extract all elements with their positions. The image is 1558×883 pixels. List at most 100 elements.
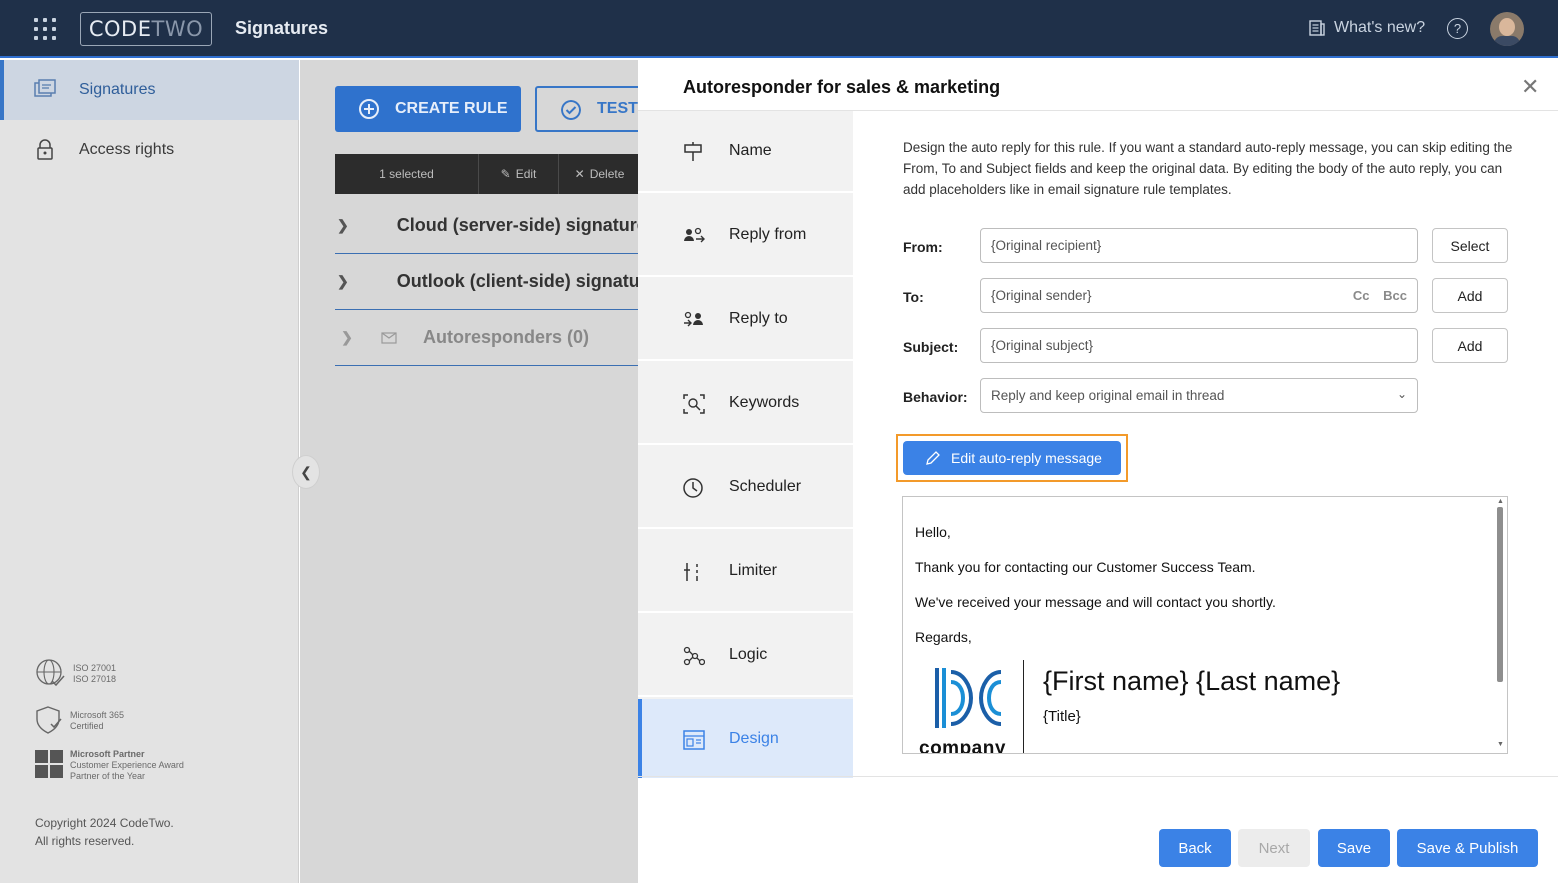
subject-field[interactable]: {Original subject} bbox=[980, 328, 1418, 363]
subject-label: Subject: bbox=[903, 339, 959, 355]
cert-line: Microsoft Partner bbox=[70, 749, 145, 759]
step-scheduler[interactable]: Scheduler bbox=[638, 447, 853, 529]
wizard-steps: Name Reply from Reply to Keywords Schedu… bbox=[638, 111, 853, 778]
user-avatar[interactable] bbox=[1490, 12, 1524, 46]
step-reply-to[interactable]: Reply to bbox=[638, 279, 853, 361]
company-logo-word: company bbox=[919, 738, 1006, 754]
save-publish-button[interactable]: Save & Publish bbox=[1397, 829, 1538, 867]
from-field[interactable]: {Original recipient} bbox=[980, 228, 1418, 263]
cert-line: ISO 27018 bbox=[73, 674, 117, 684]
preview-line: Regards, bbox=[915, 629, 972, 645]
next-button[interactable]: Next bbox=[1238, 829, 1310, 867]
copyright-line: Copyright 2024 CodeTwo. bbox=[35, 816, 174, 830]
lock-icon bbox=[37, 139, 53, 160]
edit-action[interactable]: ✎ Edit bbox=[479, 154, 559, 194]
delete-action[interactable]: ✕ Delete bbox=[559, 154, 640, 194]
edit-auto-reply-label: Edit auto-reply message bbox=[951, 450, 1102, 466]
group-cloud-signatures[interactable]: ❯ Cloud (server-side) signatures bbox=[335, 198, 640, 254]
group-autoresponders[interactable]: ❯ Autoresponders (0) bbox=[335, 310, 640, 366]
step-reply-from[interactable]: Reply from bbox=[638, 195, 853, 277]
edit-button-highlight: Edit auto-reply message bbox=[896, 434, 1128, 482]
panel-header: Autoresponder for sales & marketing ✕ bbox=[638, 60, 1558, 111]
scroll-up-icon[interactable]: ▲ bbox=[1497, 498, 1504, 505]
message-preview[interactable]: Hello, Thank you for contacting our Cust… bbox=[902, 496, 1508, 754]
to-field[interactable]: {Original sender} Cc Bcc bbox=[980, 278, 1418, 313]
step-logic[interactable]: Logic bbox=[638, 615, 853, 697]
clock-icon bbox=[683, 478, 703, 498]
app-launcher-icon[interactable] bbox=[34, 18, 56, 40]
cc-toggle[interactable]: Cc bbox=[1353, 288, 1370, 303]
copyright: Copyright 2024 CodeTwo. All rights reser… bbox=[35, 814, 174, 850]
shield-check-icon bbox=[36, 706, 62, 734]
news-icon bbox=[1309, 20, 1325, 36]
add-subject-button[interactable]: Add bbox=[1432, 328, 1508, 363]
step-label: Reply from bbox=[729, 226, 807, 243]
design-icon bbox=[683, 730, 705, 750]
panel-footer: Back Next Save Save & Publish bbox=[638, 776, 1558, 883]
bcc-toggle[interactable]: Bcc bbox=[1383, 288, 1407, 303]
test-label: TEST bbox=[597, 100, 638, 117]
pencil-icon bbox=[926, 451, 940, 465]
step-limiter[interactable]: Limiter bbox=[638, 531, 853, 613]
cert-line: Certified bbox=[70, 721, 104, 731]
help-icon[interactable]: ? bbox=[1447, 18, 1468, 39]
to-label: To: bbox=[903, 289, 924, 305]
top-bar: CODE TWO Signatures What's new? ? bbox=[0, 0, 1558, 58]
cert-line: Microsoft 365 bbox=[70, 710, 125, 720]
step-keywords[interactable]: Keywords bbox=[638, 363, 853, 445]
app-title: Signatures bbox=[235, 18, 329, 38]
signature-card-icon bbox=[34, 79, 56, 97]
logic-icon bbox=[683, 646, 705, 666]
chevron-left-icon: ❮ bbox=[300, 463, 312, 480]
microsoft-logo-icon bbox=[35, 750, 63, 778]
sidebar: Signatures Access rights ISO 27001 ISO 2… bbox=[0, 60, 299, 883]
sidebar-item-access-rights[interactable]: Access rights bbox=[0, 120, 299, 180]
behavior-select[interactable]: Reply and keep original email in thread … bbox=[980, 378, 1418, 413]
sidebar-item-signatures[interactable]: Signatures bbox=[0, 60, 299, 120]
collapse-sidebar-button[interactable]: ❮ bbox=[292, 455, 320, 489]
select-from-button[interactable]: Select bbox=[1432, 228, 1508, 263]
group-outlook-signatures[interactable]: ❯ Outlook (client-side) signatures bbox=[335, 254, 640, 310]
check-circle-icon bbox=[561, 100, 581, 120]
cc-bcc-toggles: Cc Bcc bbox=[1353, 288, 1407, 303]
test-button[interactable]: TEST bbox=[535, 86, 645, 132]
copyright-line: All rights reserved. bbox=[35, 834, 135, 848]
preview-scrollbar[interactable] bbox=[1497, 507, 1503, 682]
keywords-icon bbox=[683, 394, 705, 414]
preview-line: We've received your message and will con… bbox=[915, 594, 1276, 610]
create-rule-button[interactable]: CREATE RULE bbox=[335, 86, 521, 132]
sidebar-item-label: Signatures bbox=[79, 81, 156, 98]
panel-title: Autoresponder for sales & marketing bbox=[683, 77, 1001, 97]
limiter-icon bbox=[684, 563, 698, 581]
save-button[interactable]: Save bbox=[1318, 829, 1390, 867]
chevron-right-icon[interactable]: ❯ bbox=[337, 273, 349, 290]
edit-auto-reply-button[interactable]: Edit auto-reply message bbox=[903, 441, 1121, 475]
whats-new-label: What's new? bbox=[1334, 19, 1426, 36]
codetwo-logo[interactable]: CODE TWO bbox=[80, 12, 212, 46]
company-logo bbox=[935, 668, 1002, 728]
close-icon[interactable]: ✕ bbox=[1521, 76, 1539, 98]
behavior-value: Reply and keep original email in thread bbox=[991, 388, 1225, 403]
group-label: Outlook (client-side) signatures bbox=[396, 271, 640, 291]
group-label: Cloud (server-side) signatures bbox=[396, 215, 640, 235]
step-label: Keywords bbox=[729, 394, 800, 411]
step-label: Reply to bbox=[729, 310, 788, 327]
step-name[interactable]: Name bbox=[638, 111, 853, 193]
chevron-down-icon: ⌄ bbox=[1396, 387, 1407, 401]
behavior-label: Behavior: bbox=[903, 389, 968, 405]
autoresponder-panel: Autoresponder for sales & marketing ✕ Na… bbox=[638, 60, 1558, 883]
step-design[interactable]: Design bbox=[638, 699, 853, 778]
back-button[interactable]: Back bbox=[1159, 829, 1231, 867]
whats-new-link[interactable]: What's new? bbox=[1308, 19, 1425, 37]
step-label: Limiter bbox=[729, 562, 778, 579]
signpost-icon bbox=[684, 142, 702, 161]
chevron-right-icon[interactable]: ❯ bbox=[337, 217, 349, 234]
step-label: Scheduler bbox=[729, 478, 802, 495]
add-to-button[interactable]: Add bbox=[1432, 278, 1508, 313]
step-label: Logic bbox=[729, 646, 768, 663]
scroll-down-icon[interactable]: ▼ bbox=[1497, 741, 1504, 748]
signature-title: {Title} bbox=[1043, 708, 1081, 725]
cert-line: Partner of the Year bbox=[70, 771, 146, 781]
chevron-right-icon[interactable]: ❯ bbox=[337, 329, 357, 346]
sidebar-item-label: Access rights bbox=[79, 141, 175, 158]
